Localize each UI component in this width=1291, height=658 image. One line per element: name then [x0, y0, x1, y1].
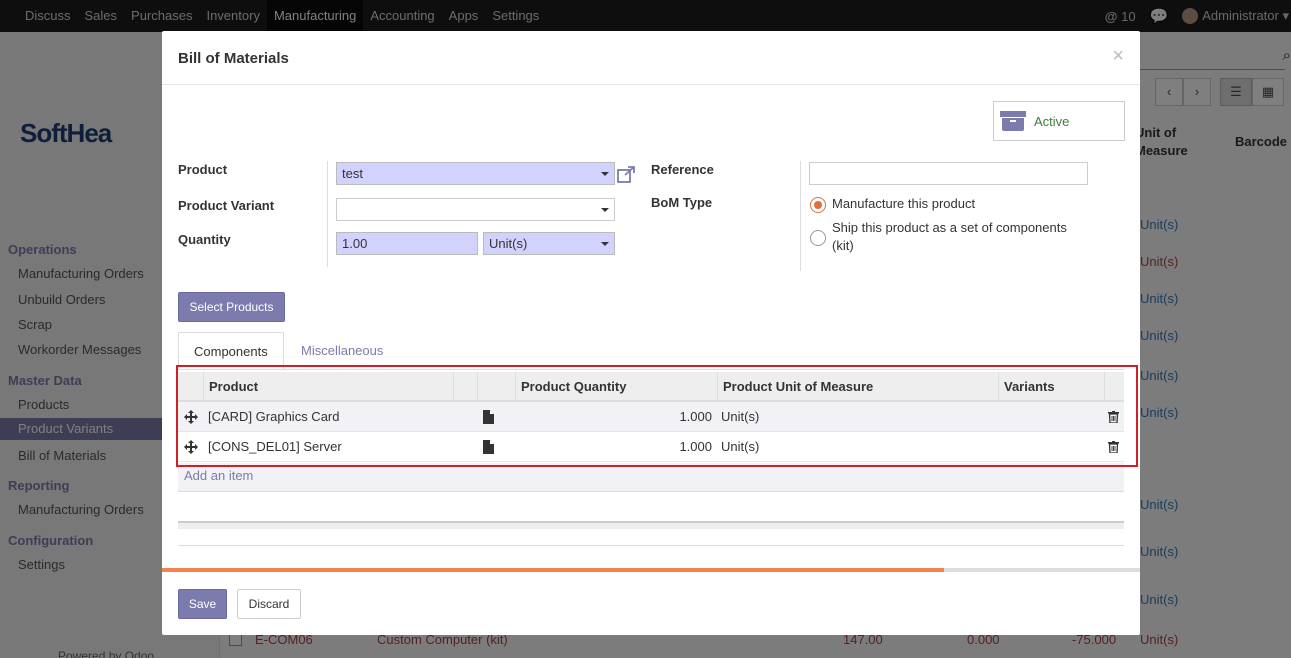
product-variant-label: Product Variant [178, 198, 275, 213]
quantity-label: Quantity [178, 232, 231, 247]
uom-select[interactable]: Unit(s) [483, 232, 615, 255]
quantity-input[interactable]: 1.00 [336, 232, 478, 255]
bom-type-manufacture-radio[interactable] [810, 197, 826, 213]
loading-progress-fill [162, 568, 945, 572]
modal-header: Bill of Materials × [162, 31, 1140, 85]
product-select[interactable]: test [336, 162, 615, 185]
reference-input[interactable] [809, 162, 1088, 185]
add-item-link[interactable]: Add an item [178, 463, 1124, 492]
highlight-box [176, 365, 1138, 467]
product-label: Product [178, 162, 228, 177]
discard-button[interactable]: Discard [237, 589, 301, 619]
loading-progress-bar [162, 568, 1140, 572]
product-value: test [342, 166, 363, 181]
select-products-button[interactable]: Select Products [178, 292, 285, 322]
bom-type-label: BoM Type [651, 195, 713, 210]
modal-title: Bill of Materials [178, 50, 289, 67]
divider [178, 545, 1124, 546]
save-button[interactable]: Save [178, 589, 227, 619]
table-footer [178, 521, 1124, 529]
product-variant-select[interactable] [336, 198, 615, 221]
uom-value: Unit(s) [489, 236, 528, 251]
bom-type-manufacture-label[interactable]: Manufacture this product [832, 195, 975, 213]
quantity-value: 1.00 [342, 236, 368, 251]
external-link-icon[interactable] [617, 166, 636, 183]
bom-dialog: Bill of Materials × Active Product Produ… [162, 31, 1140, 635]
chevron-down-icon[interactable] [601, 172, 609, 176]
chevron-down-icon[interactable] [601, 242, 609, 246]
archive-icon [1000, 111, 1026, 131]
reference-label: Reference [651, 162, 714, 177]
field-divider [800, 161, 801, 271]
active-toggle-button[interactable]: Active [993, 101, 1125, 141]
active-label: Active [1034, 113, 1070, 129]
close-icon[interactable]: × [1112, 45, 1124, 68]
bom-type-kit-radio[interactable] [810, 230, 826, 246]
field-divider [327, 161, 328, 267]
chevron-down-icon[interactable] [601, 208, 609, 212]
bom-type-kit-label[interactable]: Ship this product as a set of components… [832, 219, 1082, 255]
